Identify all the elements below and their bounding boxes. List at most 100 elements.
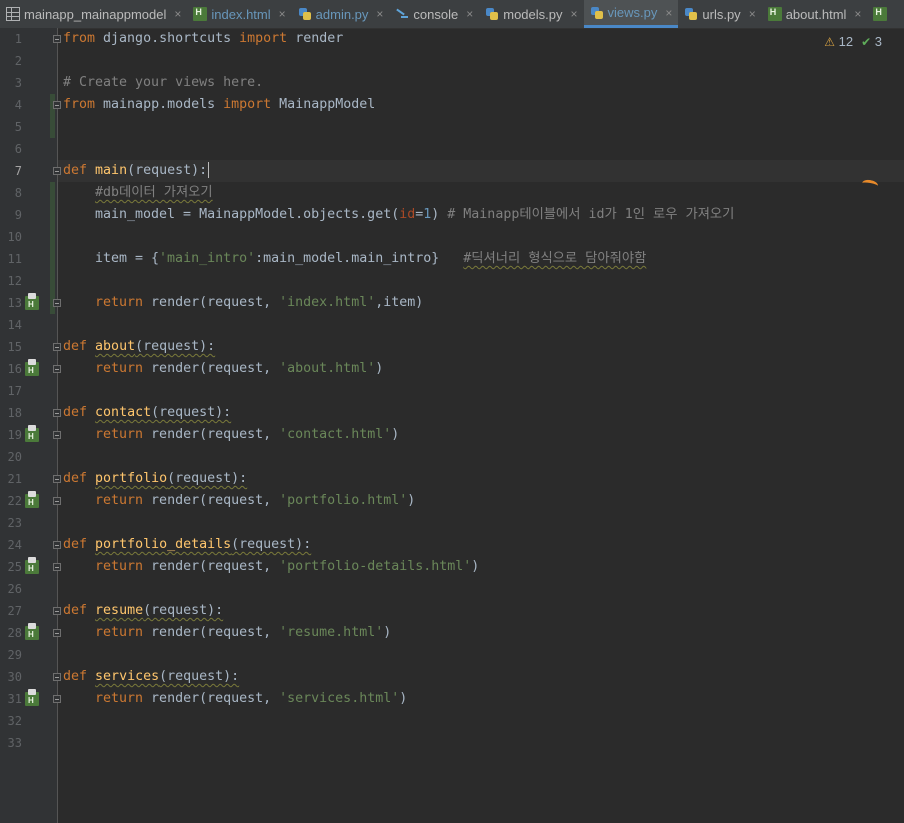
code-line-25[interactable]: return render(request, 'portfolio-detail… <box>95 556 479 578</box>
close-icon[interactable]: × <box>854 7 861 21</box>
code-line-11[interactable]: item = {'main_intro':main_model.main_int… <box>95 248 646 270</box>
line-number[interactable]: 15 <box>0 336 22 358</box>
warning-count[interactable]: ⚠ 12 <box>824 34 853 49</box>
template-navigation-icon[interactable] <box>25 623 39 640</box>
line-number[interactable]: 14 <box>0 314 22 336</box>
close-icon[interactable]: × <box>665 6 672 20</box>
code-text: (request): <box>143 603 224 618</box>
code-line-9[interactable]: main_model = MainappModel.objects.get(id… <box>95 204 734 226</box>
code-line-1[interactable]: from django.shortcuts import render <box>63 28 343 50</box>
line-number[interactable]: 19 <box>0 424 22 446</box>
tab-overflow[interactable] <box>867 0 897 28</box>
close-icon[interactable]: × <box>466 7 473 21</box>
tab-views-py[interactable]: views.py × <box>583 0 679 28</box>
code-text: django.shortcuts <box>95 31 240 46</box>
tab-console[interactable]: console × <box>389 0 479 28</box>
line-number[interactable]: 2 <box>0 50 22 72</box>
line-number[interactable]: 30 <box>0 666 22 688</box>
keyword: return <box>95 427 144 442</box>
line-number[interactable]: 24 <box>0 534 22 556</box>
line-number[interactable]: 8 <box>0 182 22 204</box>
line-number[interactable]: 29 <box>0 644 22 666</box>
template-navigation-icon[interactable] <box>25 557 39 574</box>
line-number[interactable]: 25 <box>0 556 22 578</box>
line-number[interactable]: 3 <box>0 72 22 94</box>
line-number[interactable]: 1 <box>0 28 22 50</box>
code-line-16[interactable]: return render(request, 'about.html') <box>95 358 383 380</box>
inspection-widget[interactable]: ⚠ 12 ✔ 3 <box>824 34 882 49</box>
close-icon[interactable]: × <box>174 7 181 21</box>
line-number[interactable]: 18 <box>0 402 22 424</box>
code-line-24[interactable]: def portfolio_details(request): <box>63 534 311 556</box>
code-line-27[interactable]: def resume(request): <box>63 600 223 622</box>
code-line-3[interactable]: # Create your views here. <box>63 72 263 94</box>
tab-admin-py[interactable]: admin.py × <box>292 0 390 28</box>
keyword: from <box>63 31 96 46</box>
tab-models-py[interactable]: models.py × <box>479 0 583 28</box>
line-number[interactable]: 28 <box>0 622 22 644</box>
code-line-13[interactable]: return render(request, 'index.html',item… <box>95 292 423 314</box>
vcs-change-marker[interactable] <box>50 182 55 314</box>
code-line-31[interactable]: return render(request, 'services.html') <box>95 688 407 710</box>
code-line-8[interactable]: #db데이터 가져오기 <box>95 182 213 204</box>
code-editor[interactable]: from django.shortcuts import render # Cr… <box>58 28 904 823</box>
line-number[interactable]: 33 <box>0 732 22 754</box>
line-number[interactable]: 10 <box>0 226 22 248</box>
tab-urls-py[interactable]: urls.py × <box>678 0 761 28</box>
line-number[interactable]: 9 <box>0 204 22 226</box>
line-number[interactable]: 31 <box>0 688 22 710</box>
tab-index-html[interactable]: index.html × <box>187 0 291 28</box>
code-text: (request): <box>159 669 240 684</box>
close-icon[interactable]: × <box>376 7 383 21</box>
code-line-21[interactable]: def portfolio(request): <box>63 468 247 490</box>
line-number[interactable]: 17 <box>0 380 22 402</box>
code-line-15[interactable]: def about(request): <box>63 336 215 358</box>
code-line-28[interactable]: return render(request, 'resume.html') <box>95 622 391 644</box>
line-number[interactable]: 26 <box>0 578 22 600</box>
close-icon[interactable]: × <box>571 7 578 21</box>
template-navigation-icon[interactable] <box>25 293 39 310</box>
line-number[interactable]: 20 <box>0 446 22 468</box>
line-number[interactable]: 27 <box>0 600 22 622</box>
close-icon[interactable]: × <box>279 7 286 21</box>
keyword: def <box>63 339 88 354</box>
template-navigation-icon[interactable] <box>25 425 39 442</box>
template-navigation-icon[interactable] <box>25 689 39 706</box>
function-name: main <box>95 163 128 178</box>
code-text: ) <box>391 427 400 442</box>
line-number[interactable]: 6 <box>0 138 22 160</box>
code-line-19[interactable]: return render(request, 'contact.html') <box>95 424 399 446</box>
line-number[interactable]: 7 <box>0 160 22 182</box>
string-literal: 'resume.html' <box>279 625 384 640</box>
keyword: return <box>95 295 144 310</box>
line-number[interactable]: 32 <box>0 710 22 732</box>
code-text: (request): <box>231 537 312 552</box>
line-number[interactable]: 16 <box>0 358 22 380</box>
template-navigation-icon[interactable] <box>25 359 39 376</box>
code-line-4[interactable]: from mainapp.models import MainappModel <box>63 94 375 116</box>
line-number[interactable]: 5 <box>0 116 22 138</box>
line-number[interactable]: 12 <box>0 270 22 292</box>
line-number[interactable]: 23 <box>0 512 22 534</box>
line-number[interactable]: 22 <box>0 490 22 512</box>
python-file-icon <box>485 7 499 21</box>
line-number[interactable]: 4 <box>0 94 22 116</box>
tab-about-html[interactable]: about.html × <box>762 0 868 28</box>
code-line-22[interactable]: return render(request, 'portfolio.html') <box>95 490 415 512</box>
line-number[interactable]: 11 <box>0 248 22 270</box>
line-number[interactable]: 13 <box>0 292 22 314</box>
code-line-7[interactable]: def main(request): <box>63 160 210 182</box>
code-line-18[interactable]: def contact(request): <box>63 402 231 424</box>
editor-tab-bar: mainapp_mainappmodel × index.html × admi… <box>0 0 904 29</box>
close-icon[interactable]: × <box>749 7 756 21</box>
html-file-icon <box>873 7 888 21</box>
string-literal: 'main_intro' <box>159 251 256 266</box>
console-icon <box>395 7 409 21</box>
code-text: render(request, <box>143 691 280 706</box>
ok-count[interactable]: ✔ 3 <box>861 34 882 49</box>
line-number[interactable]: 21 <box>0 468 22 490</box>
tab-mainapp-mainappmodel[interactable]: mainapp_mainappmodel × <box>0 0 187 28</box>
template-navigation-icon[interactable] <box>25 491 39 508</box>
function-name: contact <box>95 405 152 420</box>
code-line-30[interactable]: def services(request): <box>63 666 239 688</box>
